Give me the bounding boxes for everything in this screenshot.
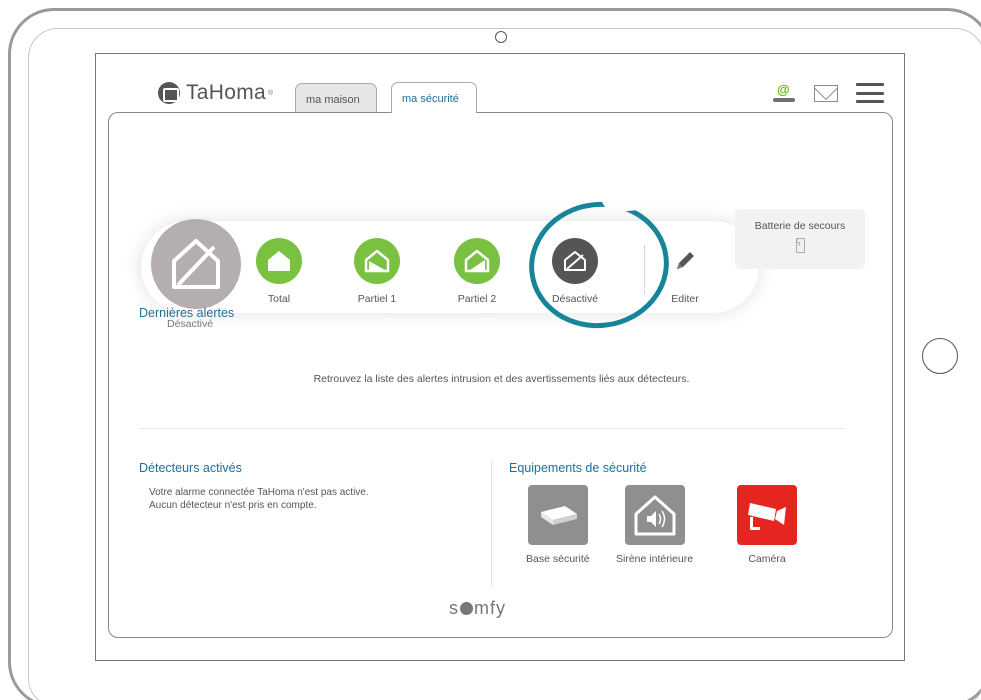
somfy-logo-dot xyxy=(460,602,473,615)
tahoma-logo-icon xyxy=(158,82,180,104)
menu-icon[interactable] xyxy=(856,83,884,103)
equipment-title: Equipements de sécurité xyxy=(509,461,647,475)
mode-partiel-2-label: Partiel 2 xyxy=(457,293,497,305)
house-partial2-icon xyxy=(454,238,500,284)
logo-registered-mark: ® xyxy=(268,89,274,97)
equipment-sirene[interactable]: Sirène intérieure xyxy=(616,485,693,565)
siren-icon xyxy=(624,485,685,545)
alerts-empty-text: Retrouvez la liste des alertes intrusion… xyxy=(313,373,690,385)
equipment-sirene-label: Sirène intérieure xyxy=(616,553,694,565)
house-partial1-icon xyxy=(354,238,400,284)
equipment-base-securite[interactable]: Base sécurité xyxy=(526,485,590,565)
somfy-logo-prefix: s xyxy=(449,598,459,618)
security-base-icon xyxy=(527,485,588,545)
battery-backup-panel[interactable]: Batterie de secours xyxy=(735,209,865,269)
detectors-line-1: Votre alarme connectée TaHoma n'est pas … xyxy=(149,487,369,498)
somfy-logo: s mfy xyxy=(449,598,506,619)
section-divider xyxy=(139,428,844,429)
tablet-camera xyxy=(495,31,507,43)
tab-ma-maison[interactable]: ma maison xyxy=(295,83,377,114)
mode-partiel-2[interactable]: Partiel 2 xyxy=(437,238,517,305)
security-panel: Désactivé Total Partiel 1 Partiel 2 Désa… xyxy=(108,112,893,638)
detectors-line-2: Aucun détecteur n'est pris en compte. xyxy=(149,500,317,511)
mode-partiel-1-label: Partiel 1 xyxy=(357,293,397,305)
header-icons: @ xyxy=(772,82,884,104)
tab-ma-securite[interactable]: ma sécurité xyxy=(391,82,477,113)
at-user-icon[interactable]: @ xyxy=(772,82,796,104)
column-separator xyxy=(491,461,492,586)
mode-partiel-1[interactable]: Partiel 1 xyxy=(337,238,417,305)
house-full-icon xyxy=(256,238,302,284)
app-screen: TaHoma ® ma maison ma sécurité @ Désacti… xyxy=(95,53,905,661)
tahoma-logo[interactable]: TaHoma ® xyxy=(158,81,273,105)
mail-icon[interactable] xyxy=(814,84,838,102)
somfy-logo-suffix: mfy xyxy=(474,598,506,618)
current-mode-indicator xyxy=(151,219,241,309)
mode-total-label: Total xyxy=(267,293,291,305)
equipment-base-label: Base sécurité xyxy=(526,553,590,565)
detectors-text: Votre alarme connectée TaHoma n'est pas … xyxy=(149,486,369,512)
tablet-home-button[interactable] xyxy=(922,338,958,374)
camera-icon xyxy=(737,485,797,545)
house-disabled-large-icon xyxy=(172,239,220,289)
equipment-camera-label: Caméra xyxy=(748,553,786,565)
detectors-title[interactable]: Détecteurs activés xyxy=(139,461,242,475)
battery-icon xyxy=(795,238,805,253)
equipment-camera[interactable]: Caméra xyxy=(737,485,797,565)
alerts-title[interactable]: Dernières alertes xyxy=(139,306,234,320)
logo-text: TaHoma xyxy=(186,81,266,104)
mode-total[interactable]: Total xyxy=(239,238,319,305)
battery-label: Batterie de secours xyxy=(754,220,846,232)
